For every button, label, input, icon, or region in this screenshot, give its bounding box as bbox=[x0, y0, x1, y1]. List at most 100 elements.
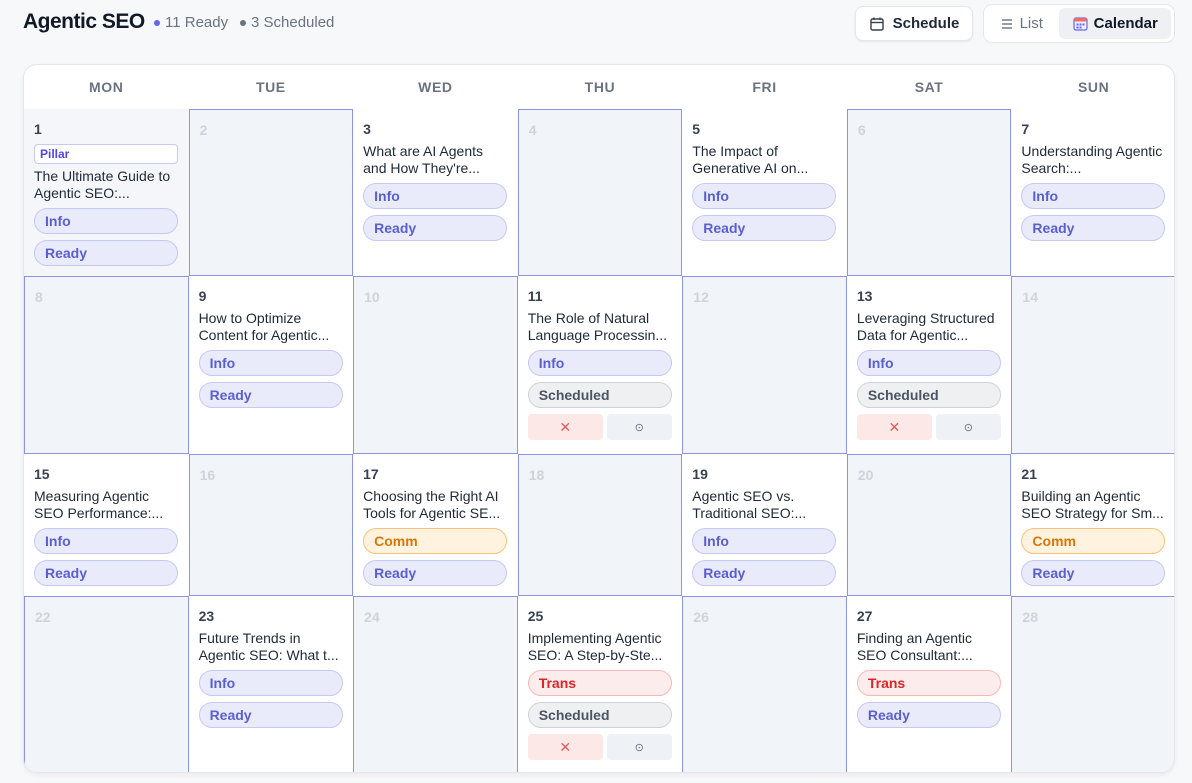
list-view-label: List bbox=[1019, 15, 1043, 32]
calendar-day-empty[interactable]: 2 bbox=[188, 109, 354, 276]
info-chip[interactable]: Info bbox=[692, 183, 837, 209]
info-chip[interactable]: Info bbox=[363, 183, 508, 209]
list-view-tab[interactable]: List bbox=[987, 8, 1055, 39]
day-number: 11 bbox=[527, 288, 543, 304]
close-icon[interactable]: ✕ bbox=[856, 414, 932, 440]
calendar-day-empty[interactable]: 26 bbox=[682, 596, 847, 772]
post-title[interactable]: Measuring Agentic SEO Performance:... bbox=[34, 488, 180, 522]
settings-icon[interactable]: ⊙ bbox=[606, 734, 672, 760]
info-chip[interactable]: Info bbox=[34, 208, 178, 234]
post-title[interactable]: The Role of Natural Language Processin..… bbox=[528, 310, 674, 344]
post-title[interactable]: Finding an Agentic SEO Consultant:... bbox=[857, 630, 1003, 664]
info-chip[interactable]: Info bbox=[198, 670, 343, 696]
info-chip[interactable]: Info bbox=[527, 350, 672, 376]
close-icon[interactable]: ✕ bbox=[527, 734, 603, 760]
calendar-day[interactable]: 27 Finding an Agentic SEO Consultant:... T… bbox=[846, 596, 1012, 772]
day-number: 7 bbox=[1021, 121, 1030, 137]
calendar-day[interactable]: 17 Choosing the Right AI Tools for Agenti… bbox=[353, 454, 518, 596]
post-title[interactable]: Agentic SEO vs. Traditional SEO:... bbox=[692, 488, 838, 522]
info-chip[interactable]: Info bbox=[856, 350, 1001, 376]
ready-chip[interactable]: Ready bbox=[692, 215, 837, 241]
weekday-header: MON TUE WED THU FRI SAT SUN bbox=[24, 65, 1174, 109]
calendar-day[interactable]: 9 How to Optimize Content for Agentic... I… bbox=[188, 276, 354, 454]
ready-chip[interactable]: Ready bbox=[856, 702, 1001, 728]
calendar-day-empty[interactable]: 8 bbox=[24, 276, 189, 454]
calendar-day-empty[interactable]: 28 bbox=[1011, 596, 1174, 772]
list-icon bbox=[1001, 18, 1012, 29]
calendar-day[interactable]: 1 Pillar The Ultimate Guide to Agentic SEO… bbox=[24, 109, 189, 276]
calendar-day-empty[interactable]: 24 bbox=[353, 596, 518, 772]
calendar-view-label: Calendar bbox=[1093, 15, 1158, 32]
info-chip[interactable]: Info bbox=[692, 528, 837, 554]
calendar-day[interactable]: 23 Future Trends in Agentic SEO: What t..… bbox=[188, 596, 354, 772]
post-title[interactable]: Building an Agentic SEO Strategy for Sm.… bbox=[1021, 488, 1167, 522]
post-title[interactable]: Future Trends in Agentic SEO: What t... bbox=[199, 630, 345, 664]
calendar-day[interactable]: 3 What are AI Agents and How They're... In… bbox=[353, 109, 518, 276]
comm-chip[interactable]: Comm bbox=[1021, 528, 1166, 554]
scheduled-stat: 3 Scheduled bbox=[240, 14, 334, 31]
post-title[interactable]: Choosing the Right AI Tools for Agentic … bbox=[363, 488, 509, 522]
day-number: 20 bbox=[857, 467, 874, 483]
calendar-day-empty[interactable]: 4 bbox=[517, 109, 683, 276]
comm-chip[interactable]: Comm bbox=[363, 528, 508, 554]
calendar-day[interactable]: 25 Implementing Agentic SEO: A Step-by-St… bbox=[517, 596, 683, 772]
calendar-day-empty[interactable]: 6 bbox=[846, 109, 1012, 276]
calendar-day[interactable]: 11 The Role of Natural Language Processin… bbox=[517, 276, 683, 454]
weekday-wed: WED bbox=[418, 79, 453, 95]
post-title[interactable]: Understanding Agentic Search:... bbox=[1021, 143, 1167, 177]
post-title[interactable]: How to Optimize Content for Agentic... bbox=[199, 310, 345, 344]
calendar-day[interactable]: 19 Agentic SEO vs. Traditional SEO:... Inf… bbox=[682, 454, 847, 596]
post-title[interactable]: What are AI Agents and How They're... bbox=[363, 143, 509, 177]
calendar-day[interactable]: 21 Building an Agentic SEO Strategy for S… bbox=[1011, 454, 1174, 596]
ready-chip[interactable]: Ready bbox=[363, 215, 508, 241]
settings-icon[interactable]: ⊙ bbox=[606, 414, 672, 440]
calendar-day-empty[interactable]: 12 bbox=[682, 276, 847, 454]
post-title[interactable]: The Impact of Generative AI on... bbox=[692, 143, 838, 177]
calendar-day[interactable]: 15 Measuring Agentic SEO Performance:... I… bbox=[24, 454, 189, 596]
sched-chip[interactable]: Scheduled bbox=[527, 702, 672, 728]
day-number: 6 bbox=[857, 122, 866, 138]
ready-chip[interactable]: Ready bbox=[34, 560, 178, 586]
calendar-day-empty[interactable]: 22 bbox=[24, 596, 189, 772]
calendar-day[interactable]: 13 Leveraging Structured Data for Agentic… bbox=[846, 276, 1012, 454]
ready-chip[interactable]: Ready bbox=[1021, 560, 1166, 586]
post-title[interactable]: Leveraging Structured Data for Agentic..… bbox=[857, 310, 1003, 344]
trans-chip[interactable]: Trans bbox=[856, 670, 1001, 696]
calendar-day-empty[interactable]: 18 bbox=[517, 454, 683, 596]
calendar-day-empty[interactable]: 20 bbox=[846, 454, 1012, 596]
ready-chip[interactable]: Ready bbox=[198, 702, 343, 728]
info-chip[interactable]: Info bbox=[1021, 183, 1166, 209]
calendar-day[interactable]: 5 The Impact of Generative AI on... Info Re… bbox=[682, 109, 847, 276]
sched-chip[interactable]: Scheduled bbox=[527, 382, 672, 408]
calendar-view-tab[interactable]: Calendar bbox=[1059, 8, 1171, 39]
settings-icon[interactable]: ⊙ bbox=[935, 414, 1001, 440]
calendar-day[interactable]: 7 Understanding Agentic Search:... Info Rea… bbox=[1011, 109, 1174, 276]
day-number: 26 bbox=[693, 609, 709, 625]
trans-chip[interactable]: Trans bbox=[527, 670, 672, 696]
day-number: 5 bbox=[692, 121, 701, 137]
ready-chip[interactable]: Ready bbox=[34, 240, 178, 266]
info-chip[interactable]: Info bbox=[198, 350, 343, 376]
calendar-grid-card: MON TUE WED THU FRI SAT SUN 1 Pillar The U… bbox=[23, 64, 1175, 773]
calendar-day-empty[interactable]: 14 bbox=[1011, 276, 1174, 454]
ready-chip[interactable]: Ready bbox=[692, 560, 837, 586]
close-icon[interactable]: ✕ bbox=[527, 414, 603, 440]
info-chip[interactable]: Info bbox=[34, 528, 178, 554]
post-title[interactable]: The Ultimate Guide to Agentic SEO:... bbox=[34, 168, 180, 202]
post-title[interactable]: Implementing Agentic SEO: A Step-by-Ste.… bbox=[528, 630, 674, 664]
ready-chip[interactable]: Ready bbox=[1021, 215, 1166, 241]
day-number: 27 bbox=[856, 608, 873, 624]
page-title: Agentic SEO bbox=[23, 10, 145, 33]
weekday-sat: SAT bbox=[914, 79, 944, 95]
sched-chip[interactable]: Scheduled bbox=[856, 382, 1001, 408]
calendar-day-empty[interactable]: 10 bbox=[353, 276, 518, 454]
day-number: 25 bbox=[527, 608, 544, 624]
ready-chip[interactable]: Ready bbox=[363, 560, 508, 586]
day-number: 15 bbox=[34, 466, 50, 482]
ready-chip[interactable]: Ready bbox=[198, 382, 343, 408]
calendar-day-empty[interactable]: 16 bbox=[188, 454, 354, 596]
day-number: 8 bbox=[35, 289, 43, 305]
day-number: 2 bbox=[199, 122, 208, 138]
day-number: 1 bbox=[34, 121, 42, 137]
schedule-button[interactable]: Schedule bbox=[855, 6, 973, 41]
